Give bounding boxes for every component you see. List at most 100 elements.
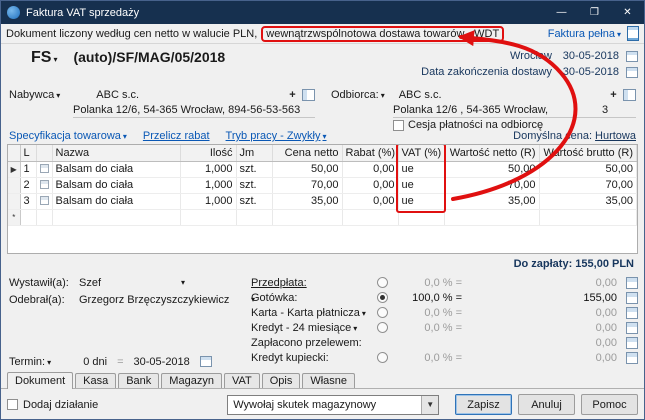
calculator-icon[interactable] <box>626 277 638 289</box>
col-net-value[interactable]: Wartość netto (R) <box>444 145 539 161</box>
item-qty-cell[interactable]: 1,000 <box>180 161 236 177</box>
invoice-type-link[interactable]: Faktura pełna▾ <box>548 28 621 40</box>
tab-magazyn[interactable]: Magazyn <box>161 373 222 388</box>
default-price[interactable]: Domyślna cena:Hurtowa <box>513 130 636 142</box>
item-unit-cell[interactable]: szt. <box>236 193 272 209</box>
payment-amount[interactable]: 0,00 <box>466 352 622 364</box>
col-name[interactable]: Nazwa <box>52 145 180 161</box>
term-date-field[interactable]: 30-05-2018 <box>134 356 190 368</box>
close-button[interactable]: ✕ <box>611 1 644 24</box>
item-net-value-cell[interactable]: 50,00 <box>444 161 539 177</box>
item-net-price-cell[interactable]: 70,00 <box>272 177 342 193</box>
table-row[interactable]: 3Balsam do ciała1,000szt.35,000,00ue35,0… <box>8 193 637 209</box>
tab-opis[interactable]: Opis <box>262 373 301 388</box>
calculator-icon[interactable] <box>626 352 638 364</box>
recipient-name-field[interactable]: ABC s.c. <box>399 89 442 101</box>
maximize-button[interactable]: ❐ <box>578 1 611 24</box>
calculator-icon[interactable] <box>626 292 638 304</box>
payment-amount[interactable]: 0,00 <box>466 277 622 289</box>
recipient-address-field[interactable]: Polanka 12/6 , 54-365 Wrocław, <box>393 104 602 116</box>
row-selector[interactable] <box>8 177 20 193</box>
calendar-icon[interactable] <box>200 356 212 367</box>
tab-kasa[interactable]: Kasa <box>75 373 116 388</box>
table-row[interactable]: 2Balsam do ciała1,000szt.70,000,00ue70,0… <box>8 177 637 193</box>
item-vat-cell[interactable]: ue <box>398 177 444 193</box>
payment-percent[interactable]: 100,0 % = <box>392 292 462 304</box>
item-net-value-cell[interactable]: 35,00 <box>444 193 539 209</box>
item-gross-value-cell[interactable]: 70,00 <box>539 177 637 193</box>
payment-percent[interactable]: 0,0 % = <box>392 322 462 334</box>
payment-label[interactable]: Przedpłata: <box>251 277 373 289</box>
calculator-icon[interactable] <box>626 337 638 349</box>
stock-effect-dropdown[interactable]: Wywołaj skutek magazynowy ▼ <box>227 395 439 415</box>
col-lp[interactable]: L <box>20 145 36 161</box>
item-qty-cell[interactable]: 1,000 <box>180 193 236 209</box>
chevron-down-icon[interactable]: ▾ <box>53 55 57 64</box>
tab-bank[interactable]: Bank <box>118 373 159 388</box>
document-icon[interactable] <box>627 26 639 41</box>
item-discount-cell[interactable]: 0,00 <box>342 161 398 177</box>
term-label[interactable]: Termin:▾ <box>9 356 51 368</box>
buyer-label[interactable]: Nabywca <box>9 89 54 101</box>
payment-amount[interactable]: 155,00 <box>466 292 622 304</box>
item-net-price-cell[interactable]: 50,00 <box>272 161 342 177</box>
new-row-marker[interactable]: * <box>8 209 20 225</box>
payment-radio[interactable] <box>377 307 388 318</box>
item-discount-cell[interactable]: 0,00 <box>342 193 398 209</box>
payment-label[interactable]: Zapłacono przelewem: <box>251 337 373 349</box>
col-flag[interactable] <box>36 145 52 161</box>
calendar-icon[interactable] <box>626 67 638 78</box>
new-row[interactable]: * <box>8 209 637 225</box>
col-qty[interactable]: Ilość <box>180 145 236 161</box>
tab-w-asne[interactable]: Własne <box>302 373 355 388</box>
item-qty-cell[interactable]: 1,000 <box>180 177 236 193</box>
payment-percent[interactable]: 0,0 % = <box>392 352 462 364</box>
cancel-button[interactable]: Anuluj <box>518 394 575 415</box>
buyer-address-field[interactable]: Polanka 12/6, 54-365 Wrocław, 894-56-53-… <box>73 104 315 116</box>
item-discount-cell[interactable]: 0,00 <box>342 177 398 193</box>
chevron-down-icon[interactable]: ▾ <box>381 91 385 100</box>
delivery-date-field[interactable]: 30-05-2018 <box>559 66 619 78</box>
add-recipient-button[interactable]: + <box>607 89 620 101</box>
payment-amount[interactable]: 0,00 <box>466 337 622 349</box>
city-field[interactable]: Wrocław <box>510 50 552 62</box>
payment-label[interactable]: Kredyt kupiecki: <box>251 352 373 364</box>
col-discount[interactable]: Rabat (%) <box>342 145 398 161</box>
issue-date-field[interactable]: 30-05-2018 <box>559 50 619 62</box>
payment-radio[interactable] <box>377 352 388 363</box>
item-vat-cell[interactable]: ue <box>398 161 444 177</box>
col-select[interactable] <box>8 145 20 161</box>
item-name-cell[interactable]: Balsam do ciała <box>52 193 180 209</box>
add-buyer-button[interactable]: + <box>286 89 299 101</box>
recipient-address-number-field[interactable]: 3 <box>602 104 636 116</box>
payment-label[interactable]: Gotówka: <box>251 292 373 304</box>
minimize-button[interactable]: — <box>545 1 578 24</box>
tab-vat[interactable]: VAT <box>224 373 260 388</box>
payment-amount[interactable]: 0,00 <box>466 322 622 334</box>
row-selector[interactable]: ▶ <box>8 161 20 177</box>
chevron-down-icon[interactable]: ▾ <box>56 91 60 100</box>
item-unit-cell[interactable]: szt. <box>236 161 272 177</box>
payment-label[interactable]: Karta - Karta płatnicza▾ <box>251 307 373 319</box>
tab-dokument[interactable]: Dokument <box>7 372 73 389</box>
payment-label[interactable]: Kredyt - 24 miesiące▾ <box>251 322 373 334</box>
item-net-value-cell[interactable]: 70,00 <box>444 177 539 193</box>
calculator-icon[interactable] <box>626 322 638 334</box>
recipient-label[interactable]: Odbiorca: <box>331 89 379 101</box>
item-name-cell[interactable]: Balsam do ciała <box>52 161 180 177</box>
doc-number[interactable]: (auto)/SF/MAG/05/2018 <box>73 49 225 65</box>
col-net-price[interactable]: Cena netto <box>272 145 342 161</box>
row-selector[interactable] <box>8 193 20 209</box>
buyer-name-field[interactable]: ABC s.c. <box>96 89 139 101</box>
issuer-field[interactable]: Szef▾ <box>79 277 185 289</box>
item-vat-cell[interactable]: ue <box>398 193 444 209</box>
payment-radio[interactable] <box>377 292 388 303</box>
contractor-list-icon[interactable] <box>302 89 315 101</box>
item-gross-value-cell[interactable]: 35,00 <box>539 193 637 209</box>
payment-radio[interactable] <box>377 277 388 288</box>
payment-radio[interactable] <box>377 322 388 333</box>
col-gross-value[interactable]: Wartość brutto (R) <box>539 145 637 161</box>
table-row[interactable]: ▶1Balsam do ciała1,000szt.50,000,00ue50,… <box>8 161 637 177</box>
help-button[interactable]: Pomoc <box>581 394 638 415</box>
item-net-price-cell[interactable]: 35,00 <box>272 193 342 209</box>
